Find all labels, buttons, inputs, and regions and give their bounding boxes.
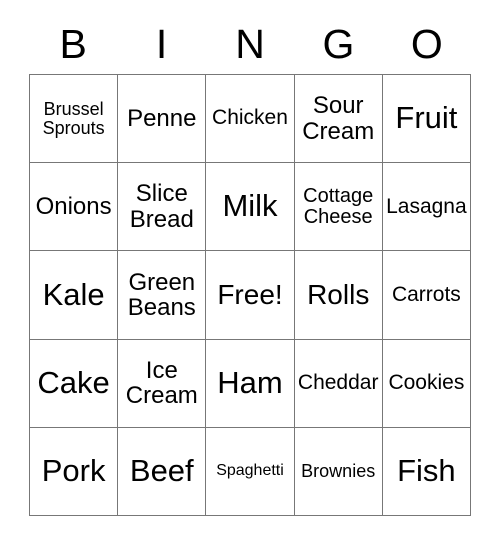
- bingo-cell-n4[interactable]: Ham: [206, 339, 295, 428]
- header-letter-b: B: [59, 20, 87, 67]
- bingo-cell-b3[interactable]: Kale: [30, 251, 119, 340]
- bingo-grid: Brussel Sprouts Penne Chicken Sour Cream…: [29, 74, 471, 516]
- bingo-cell-label: Sour Cream: [302, 92, 375, 145]
- bingo-cell-i4[interactable]: Ice Cream: [118, 339, 207, 428]
- bingo-cell-label: Brownies: [301, 460, 376, 481]
- bingo-cell-label: Green Beans: [127, 268, 196, 321]
- bingo-cell-label: Chicken: [212, 106, 288, 130]
- bingo-cell-label: Milk: [222, 188, 278, 224]
- bingo-cell-o1[interactable]: Fruit: [382, 75, 471, 164]
- bingo-card: B I N G O Brussel Sprouts Penne Chicken …: [0, 0, 500, 544]
- bingo-cell-label: Cottage Cheese: [303, 184, 374, 228]
- bingo-cell-label: Spaghetti: [216, 461, 284, 479]
- bingo-cell-n5[interactable]: Spaghetti: [206, 427, 295, 516]
- bingo-cell-label: Rolls: [307, 279, 370, 311]
- bingo-cell-o5[interactable]: Fish: [382, 427, 471, 516]
- bingo-cell-i2[interactable]: Slice Bread: [118, 163, 207, 252]
- bingo-cell-n2[interactable]: Milk: [206, 163, 295, 252]
- bingo-cell-o3[interactable]: Carrots: [382, 251, 471, 340]
- bingo-cell-g4[interactable]: Cheddar: [294, 339, 383, 428]
- bingo-cell-g1[interactable]: Sour Cream: [294, 75, 383, 164]
- bingo-cell-b1[interactable]: Brussel Sprouts: [30, 75, 119, 164]
- bingo-cell-g2[interactable]: Cottage Cheese: [294, 163, 383, 252]
- bingo-cell-i5[interactable]: Beef: [118, 427, 207, 516]
- bingo-cell-g3[interactable]: Rolls: [294, 251, 383, 340]
- bingo-cell-label: Brussel Sprouts: [42, 98, 105, 138]
- header-letter-n: N: [235, 20, 265, 67]
- header-letter-g: G: [322, 20, 355, 67]
- bingo-cell-free-space[interactable]: Free!: [206, 251, 295, 340]
- bingo-cell-label: Ice Cream: [125, 356, 198, 410]
- bingo-cell-b5[interactable]: Pork: [30, 427, 119, 516]
- bingo-cell-b2[interactable]: Onions: [30, 163, 119, 252]
- bingo-cell-label: Fish: [397, 452, 456, 488]
- bingo-cell-label: Ham: [217, 364, 283, 400]
- header-letter-o: O: [410, 20, 443, 67]
- bingo-cell-label: Fruit: [395, 100, 458, 136]
- bingo-cell-label: Free!: [217, 279, 283, 311]
- bingo-cell-o4[interactable]: Cookies: [382, 339, 471, 428]
- bingo-cell-g5[interactable]: Brownies: [294, 427, 383, 516]
- bingo-cell-o2[interactable]: Lasagna: [382, 163, 471, 252]
- bingo-cell-label: Carrots: [391, 282, 461, 306]
- bingo-cell-n1[interactable]: Chicken: [206, 75, 295, 164]
- bingo-cell-label: Lasagna: [386, 194, 467, 218]
- bingo-cell-label: Cheddar: [297, 371, 379, 395]
- header-letter-i: I: [155, 20, 168, 67]
- bingo-header: B I N G O: [29, 14, 471, 74]
- bingo-cell-label: Cake: [37, 364, 110, 400]
- bingo-cell-label: Kale: [42, 276, 105, 312]
- bingo-cell-label: Slice Bread: [129, 180, 194, 233]
- bingo-cell-i3[interactable]: Green Beans: [118, 251, 207, 340]
- bingo-cell-label: Pork: [41, 452, 106, 488]
- bingo-cell-label: Cookies: [388, 371, 465, 395]
- bingo-cell-label: Beef: [129, 452, 194, 488]
- bingo-cell-label: Penne: [127, 104, 197, 132]
- bingo-cell-label: Onions: [35, 193, 112, 221]
- bingo-cell-i1[interactable]: Penne: [118, 75, 207, 164]
- bingo-cell-b4[interactable]: Cake: [30, 339, 119, 428]
